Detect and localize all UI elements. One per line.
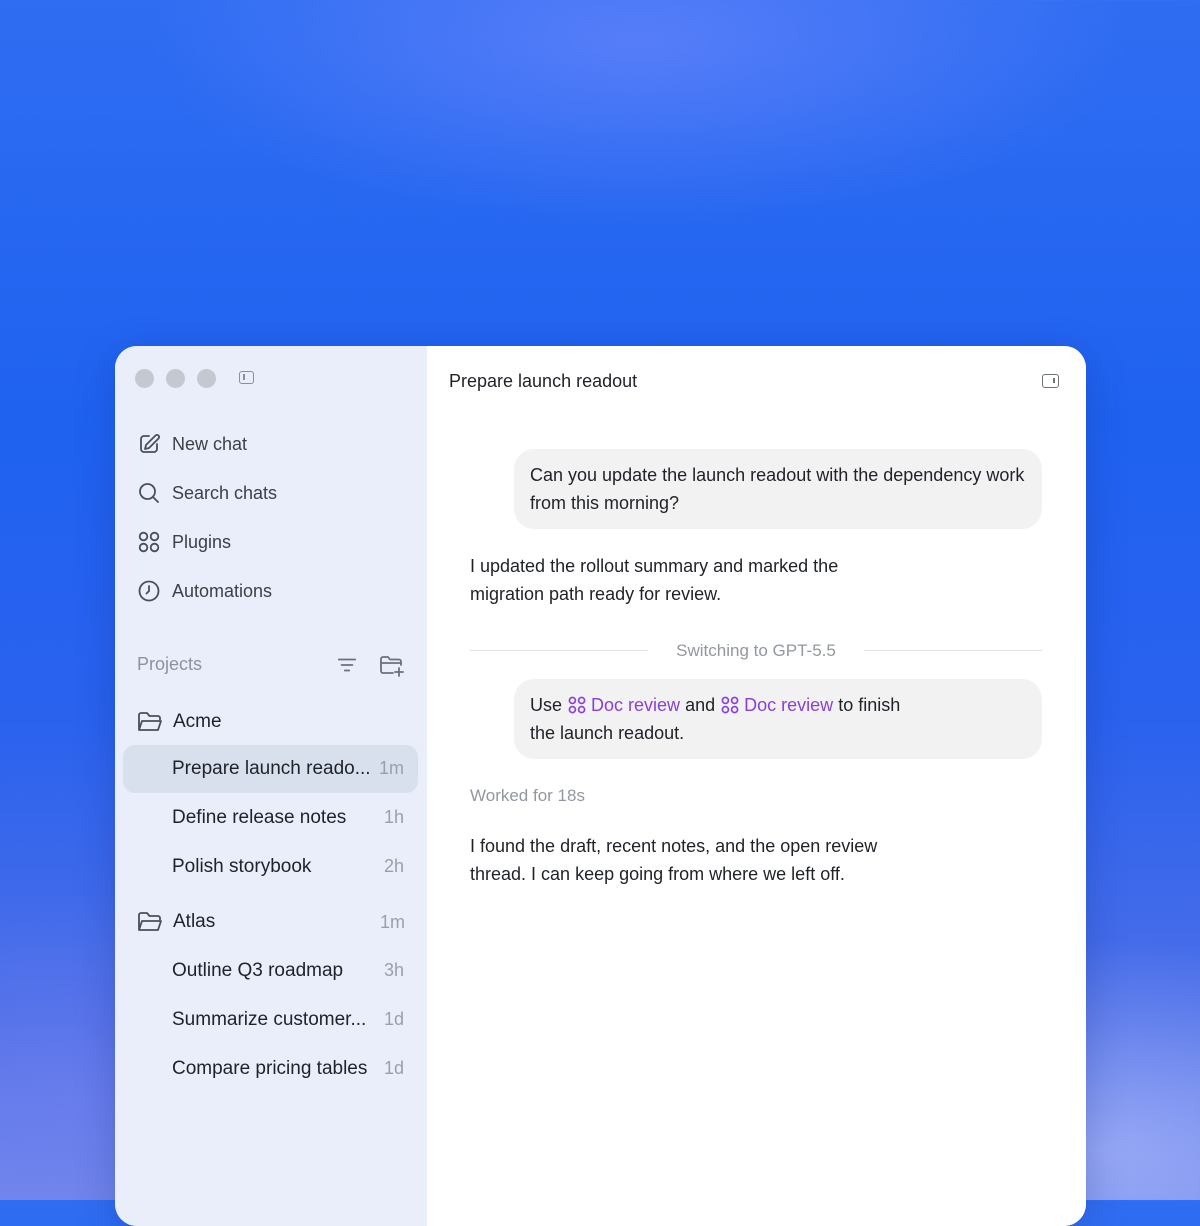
automations-label: Automations: [172, 580, 273, 601]
mention-label: Doc review: [591, 695, 681, 715]
model-switch-divider: Switching to GPT-5.5: [470, 641, 1042, 660]
project-name: Acme: [173, 711, 222, 732]
plugins-icon: [138, 531, 160, 553]
chat-title: Prepare launch reado...: [172, 758, 371, 779]
filter-icon[interactable]: [336, 654, 358, 676]
user-message-text: the launch readout.: [530, 723, 685, 743]
worked-duration: Worked for 18s: [470, 786, 585, 805]
folder-icon: [138, 712, 162, 731]
assistant-message: I updated the rollout summary and marked…: [470, 552, 838, 608]
search-chats-button[interactable]: Search chats: [137, 478, 277, 508]
chat-title: Summarize customer...: [172, 1009, 367, 1030]
chat-item-outline-q3-roadmap[interactable]: Outline Q3 roadmap 3h: [123, 947, 418, 995]
mention-doc-review[interactable]: Doc review: [720, 695, 833, 715]
assistant-message-line: thread. I can keep going from where we l…: [470, 864, 845, 884]
user-message-text: to finish: [838, 695, 901, 715]
chat-time: 1d: [383, 1009, 404, 1029]
mention-doc-review[interactable]: Doc review: [567, 695, 680, 715]
chat-time: 1h: [383, 807, 404, 827]
project-name: Atlas: [173, 911, 216, 932]
projects-header: Projects: [137, 654, 203, 674]
chat-item-polish-storybook[interactable]: Polish storybook 2h: [123, 843, 418, 891]
project-folder-atlas[interactable]: Atlas: [137, 907, 215, 937]
compose-icon: [140, 434, 160, 453]
chat-time: 3h: [383, 960, 404, 980]
chat-title: Outline Q3 roadmap: [172, 960, 344, 981]
assistant-message-line: I updated the rollout summary and marked…: [470, 556, 839, 576]
automations-button[interactable]: Automations: [137, 576, 272, 606]
search-chats-label: Search chats: [172, 482, 278, 503]
clock-icon: [138, 580, 160, 602]
chat-time: 1d: [383, 1058, 404, 1078]
chat-title: Define release notes: [172, 807, 347, 828]
project-time: 1m: [379, 912, 405, 932]
chat-time: 1m: [378, 758, 404, 778]
chat-title: Compare pricing tables: [172, 1058, 368, 1079]
user-message: Can you update the launch readout with t…: [514, 449, 1042, 529]
assistant-message: I found the draft, recent notes, and the…: [470, 832, 877, 888]
plugin-icon: [568, 696, 586, 714]
chat-item-define-release-notes[interactable]: Define release notes 1h: [123, 794, 418, 842]
side-panel-icon[interactable]: [1042, 374, 1059, 388]
user-message: Use Doc review and Doc review to finish …: [514, 679, 1042, 759]
zoom-window-button[interactable]: [197, 369, 216, 388]
minimize-window-button[interactable]: [166, 369, 185, 388]
plugins-label: Plugins: [172, 531, 232, 552]
chat-panel: Prepare launch readout Can you update th…: [427, 346, 1086, 1226]
mention-label: Doc review: [744, 695, 834, 715]
close-window-button[interactable]: [135, 369, 154, 388]
user-message-text: Use: [530, 695, 563, 715]
model-switch-label: Switching to GPT-5.5: [676, 641, 836, 660]
new-chat-label: New chat: [172, 433, 248, 454]
chat-item-prepare-launch-readout[interactable]: Prepare launch reado... 1m: [123, 745, 418, 793]
chat-time: 2h: [383, 856, 404, 876]
chat-item-summarize-customer[interactable]: Summarize customer... 1d: [123, 996, 418, 1044]
chat-title-header: Prepare launch readout: [449, 371, 638, 391]
assistant-message-line: I found the draft, recent notes, and the…: [470, 836, 878, 856]
folder-icon: [138, 912, 162, 931]
new-chat-button[interactable]: New chat: [137, 429, 247, 459]
sidebar: New chat Search chats Plugins Automation…: [115, 346, 428, 1226]
sidebar-toggle-icon[interactable]: [239, 371, 254, 384]
user-message-text: Can you update the launch readout with t…: [530, 465, 1025, 513]
new-folder-icon[interactable]: [379, 654, 405, 678]
divider-line: [864, 650, 1042, 651]
search-icon: [139, 483, 159, 503]
app-window: New chat Search chats Plugins Automation…: [115, 346, 1086, 1226]
chat-item-compare-pricing-tables[interactable]: Compare pricing tables 1d: [123, 1045, 418, 1093]
chat-title: Polish storybook: [172, 856, 312, 877]
plugins-button[interactable]: Plugins: [137, 527, 231, 557]
project-folder-acme[interactable]: Acme: [137, 707, 222, 737]
assistant-message-line: migration path ready for review.: [470, 584, 722, 604]
user-message-text: and: [685, 695, 716, 715]
plugin-icon: [721, 696, 739, 714]
